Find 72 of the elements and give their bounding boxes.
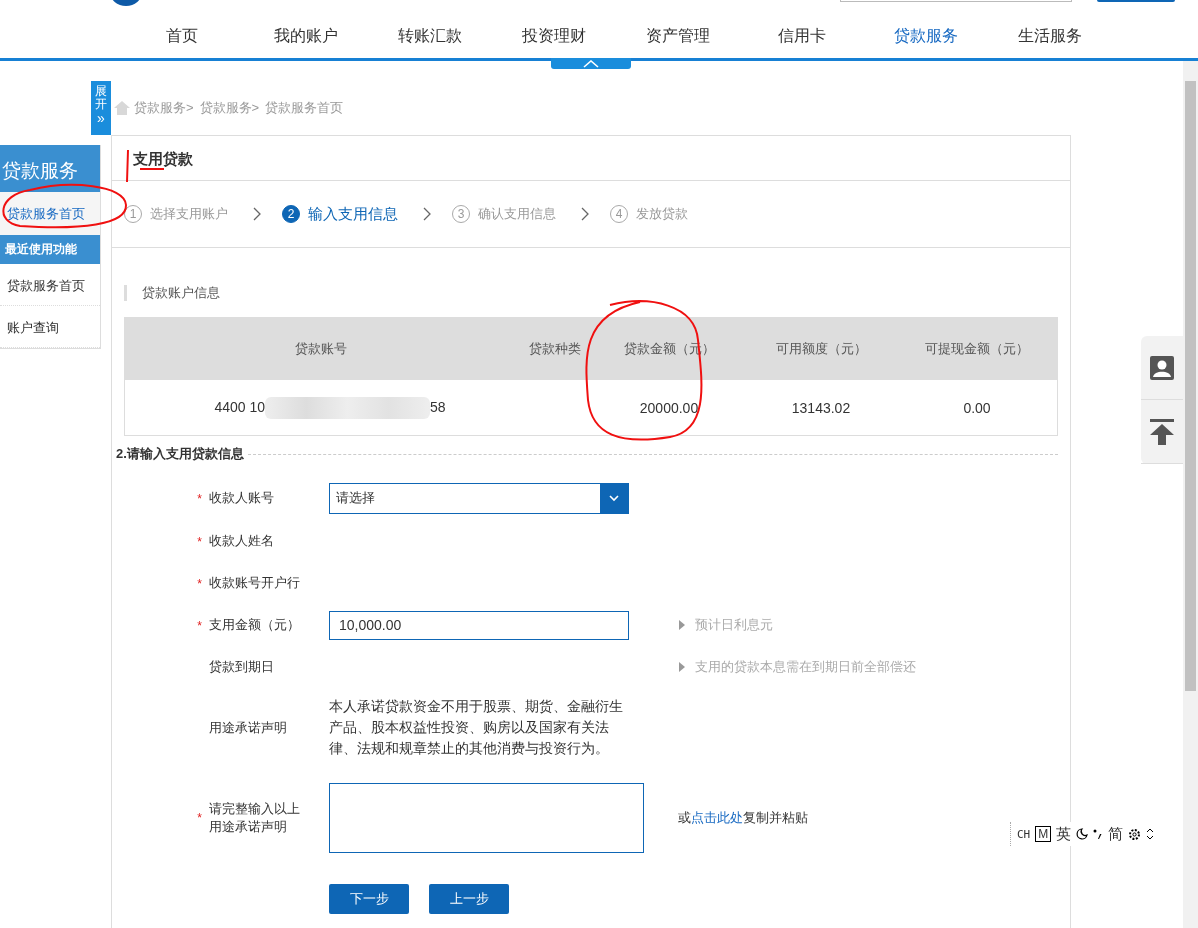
copy-hint-text: 或点击此处复制并粘贴 [678,808,808,827]
table-cell: 58 [430,398,446,415]
ime-label[interactable]: 英 [1056,824,1072,844]
ime-label[interactable]: M [1035,826,1052,842]
expand-tab[interactable]: 展开 » [91,81,111,135]
table-cell: 4400 10 [214,398,265,415]
field-label: 贷款到期日 [209,658,275,676]
hint-text: 支用的贷款本息需在到期日前全部偿还 [695,658,916,676]
required-asterisk: * [197,576,202,591]
step-button[interactable]: 上一步 [429,884,509,914]
nav-link[interactable]: 生活服务 [988,26,1112,47]
nav-link[interactable]: 首页 [120,26,244,47]
settings-icon[interactable] [1128,827,1142,841]
table-cell: 20000.00 [639,399,699,416]
nav-link[interactable]: 资产管理 [616,26,740,47]
column-header: 可提现金额（元） [897,317,1058,380]
chevron-right-icon [252,206,262,222]
recent-functions-header: 最近使用功能 [0,235,100,264]
triangle-right-icon [679,620,685,630]
nav-link[interactable]: 投资理财 [492,26,616,47]
hint-text: 预计日利息元 [695,616,773,634]
required-asterisk: * [197,491,202,506]
nav-link[interactable]: 信用卡 [740,26,864,47]
form-section-title: 2.请输入支用贷款信息 [116,445,244,463]
nav-link[interactable]: 贷款服务 [864,26,988,47]
user-icon [1150,355,1174,380]
payee-account-select[interactable]: 请选择 [329,482,629,514]
nav-link[interactable]: 我的账户 [244,26,368,47]
step-label: 发放贷款 [636,205,688,223]
required-asterisk: * [197,811,202,825]
step-button[interactable]: 下一步 [329,884,409,914]
punctuation-icon[interactable] [1093,828,1104,840]
chevron-right-icon [580,206,590,222]
table-cell: 13143.02 [791,399,851,416]
field-label: 用途承诺声明 [209,718,288,737]
ime-label[interactable]: CH [1017,827,1031,841]
sidebar-title: 贷款服务 [0,145,100,192]
field-label: 收款人姓名 [209,532,275,550]
table-cell: 0.00 [963,399,991,416]
step-label: 输入支用信息 [308,204,398,224]
copy-link[interactable]: 点击此处 [691,809,743,825]
hand-drawn-underline [139,168,165,170]
sidebar-item[interactable]: 贷款服务首页 [0,192,100,235]
column-header: 贷款账号 [124,317,516,380]
nav-link[interactable]: 转账汇款 [368,26,492,47]
more-icon[interactable] [1146,828,1155,840]
step-label: 选择支用账户 [150,205,228,223]
statement-text: 本人承诺贷款资金不用于股票、期货、金融衍生产品、股本权益性投资、购房以及国家有关法律、法规和规章禁止的其他消费与投资行为。 [329,697,624,758]
chevron-up-icon [583,59,599,68]
statement-input-field[interactable] [329,783,644,853]
amount-input-field[interactable]: 10,000.00 [329,610,629,640]
chevron-down-icon [608,494,620,502]
field-label: 收款账号开户行 [209,574,301,592]
step-label: 确认支用信息 [478,205,556,223]
column-header: 贷款种类 [516,317,593,380]
field-label: 支用金额（元） [209,616,301,634]
field-label: 请完整输入以上用途承诺声明 [209,799,301,836]
ime-label[interactable]: 简 [1108,824,1124,844]
triangle-right-icon [679,662,685,672]
scrollbar[interactable] [1183,61,1198,928]
moon-icon[interactable] [1076,828,1089,840]
chevron-right-icon [422,206,432,222]
panel-title: 支用贷款 [133,150,193,166]
collapse-tab[interactable] [551,58,631,69]
hand-drawn-mark [126,149,129,183]
top-arrow-icon [1150,418,1174,445]
column-header: 可用额度（元） [745,317,897,380]
section-title: 贷款账户信息 [124,285,1058,301]
required-asterisk: * [197,618,202,633]
step-number: 2 [282,205,300,223]
required-asterisk: * [197,534,202,549]
field-label: 收款人账号 [209,489,275,507]
